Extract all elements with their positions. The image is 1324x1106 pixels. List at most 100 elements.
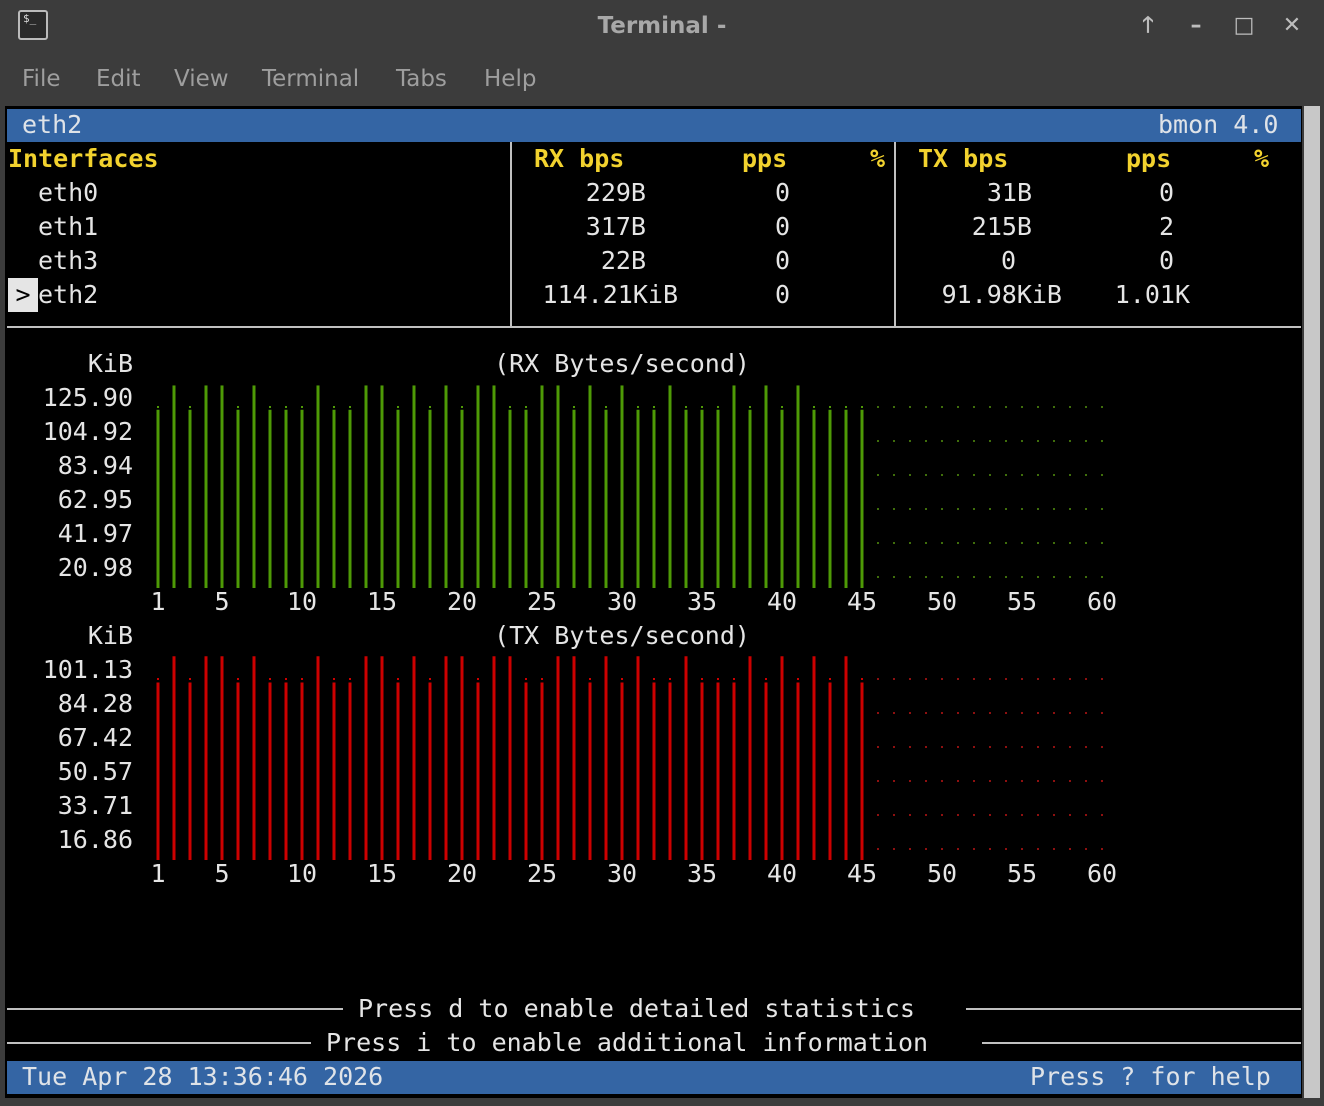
tx-bar [700, 682, 704, 860]
rx-chart-title: (RX Bytes/second) [494, 349, 750, 378]
rx-gap-dot [557, 406, 559, 408]
rx-gap-dot [509, 406, 511, 408]
tx-gap-dot [541, 678, 543, 680]
tx-gap-dot [509, 678, 511, 680]
tx-empty-dot [909, 780, 911, 782]
rx-bar [652, 409, 656, 588]
rx-empty-dot [877, 508, 879, 510]
rx-empty-dot [877, 576, 879, 578]
tx-empty-dot [877, 814, 879, 816]
rx-empty-dot [1085, 474, 1087, 476]
rx-x-tick: 45 [847, 587, 877, 616]
rx-y-tick: 83.94 [58, 451, 133, 480]
tx-bar [156, 682, 160, 860]
rx-gap-dot [477, 406, 479, 408]
tx-bar [860, 682, 864, 860]
rx-gap-dot [301, 406, 303, 408]
rx-gap-dot [749, 406, 751, 408]
tx-gap-dot [621, 678, 623, 680]
rx-empty-dot [1005, 474, 1007, 476]
tx-x-tick: 50 [927, 859, 957, 888]
rx-bar [412, 385, 416, 588]
tx-empty-dot [1021, 678, 1023, 680]
rx-empty-dot [893, 440, 895, 442]
tx-bar [764, 682, 768, 860]
tx-empty-dot [1053, 848, 1055, 850]
rx-bar [300, 409, 304, 588]
tx-bar [460, 656, 464, 860]
rx-bar [252, 385, 256, 588]
rx-empty-dot [973, 440, 975, 442]
tx-gap-dot [605, 678, 607, 680]
tx-bar [348, 682, 352, 860]
rx-empty-dot [1069, 474, 1071, 476]
rx-gap-dot [205, 406, 207, 408]
tx-gap-dot [397, 678, 399, 680]
tx-x-tick: 10 [287, 859, 317, 888]
rx-y-tick: 104.92 [43, 417, 133, 446]
tx-empty-dot [1101, 780, 1103, 782]
tx-empty-dot [877, 746, 879, 748]
tx-empty-dot [957, 712, 959, 714]
tx-empty-dot [1085, 746, 1087, 748]
rx-bar [364, 385, 368, 588]
tx-bar [300, 682, 304, 860]
tx-empty-dot [1053, 678, 1055, 680]
rx-empty-dot [1053, 542, 1055, 544]
rx-gap-dot [269, 406, 271, 408]
tx-empty-dot [925, 678, 927, 680]
rx-bar [188, 409, 192, 588]
tx-gap-dot [445, 678, 447, 680]
tx-empty-dot [1005, 746, 1007, 748]
rx-empty-dot [957, 576, 959, 578]
tx-bar [428, 682, 432, 860]
tx-bar [396, 682, 400, 860]
rx-empty-dot [957, 542, 959, 544]
hint-rule-right-2 [982, 1042, 1301, 1044]
tx-gap-dot [829, 678, 831, 680]
rx-empty-dot [989, 440, 991, 442]
rx-empty-dot [957, 508, 959, 510]
rx-empty-dot [957, 440, 959, 442]
tx-empty-dot [941, 814, 943, 816]
tx-gap-dot [861, 678, 863, 680]
tx-bar [188, 682, 192, 860]
tx-bar [444, 656, 448, 860]
rx-y-tick: 62.95 [58, 485, 133, 514]
rx-gap-dot [317, 406, 319, 408]
rx-bar [172, 385, 176, 588]
tx-empty-dot [1101, 848, 1103, 850]
rx-empty-dot [909, 542, 911, 544]
tx-empty-dot [957, 780, 959, 782]
rx-empty-dot [941, 508, 943, 510]
tx-empty-dot [1101, 746, 1103, 748]
rx-empty-dot [1005, 542, 1007, 544]
tx-bar [316, 656, 320, 860]
status-datetime: Tue Apr 28 13:36:46 2026 [22, 1062, 384, 1091]
hint-rule-left-1 [7, 1008, 343, 1010]
tx-empty-dot [1021, 780, 1023, 782]
tx-empty-dot [877, 678, 879, 680]
tx-gap-dot [781, 678, 783, 680]
tx-empty-dot [989, 678, 991, 680]
tx-empty-dot [1021, 746, 1023, 748]
rx-gap-dot [797, 406, 799, 408]
rx-empty-dot [1021, 406, 1023, 408]
rx-empty-dot [1037, 474, 1039, 476]
tx-gap-dot [797, 678, 799, 680]
tx-empty-dot [1005, 712, 1007, 714]
rx-gap-dot [861, 406, 863, 408]
tx-empty-dot [941, 678, 943, 680]
tx-bar [252, 656, 256, 860]
rx-empty-dot [973, 542, 975, 544]
rx-empty-dot [1021, 474, 1023, 476]
tx-x-tick: 25 [527, 859, 557, 888]
hint-additional-info: Press i to enable additional information [326, 1028, 929, 1057]
rx-gap-dot [461, 406, 463, 408]
tx-gap-dot [685, 678, 687, 680]
tx-bar [796, 682, 800, 860]
rx-gap-dot [765, 406, 767, 408]
rx-empty-dot [973, 406, 975, 408]
rx-gap-dot [733, 406, 735, 408]
rx-gap-dot [285, 406, 287, 408]
